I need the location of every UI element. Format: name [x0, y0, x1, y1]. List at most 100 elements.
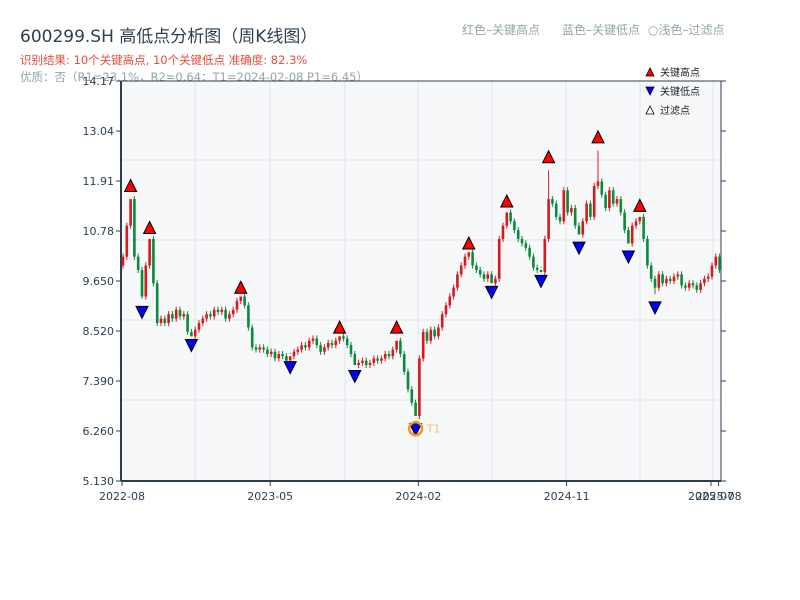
candle-body — [421, 331, 425, 359]
candle-body — [368, 362, 372, 366]
candle-body — [334, 340, 338, 346]
candle-body — [159, 318, 163, 324]
y-tick-label: 13.04 — [83, 125, 115, 138]
candle-body — [459, 265, 463, 275]
y-tick-label: 11.91 — [83, 175, 115, 188]
candle-body — [182, 314, 186, 317]
candle-body — [402, 354, 406, 372]
candle-body — [520, 238, 524, 244]
candle-body — [497, 238, 501, 279]
candle-body — [505, 212, 509, 226]
x-tick-label: 2025-08 — [696, 490, 742, 503]
candle-body — [174, 309, 178, 319]
candle-body — [657, 274, 661, 288]
candle-body — [361, 360, 364, 363]
candle-body — [304, 345, 307, 348]
candle-body — [262, 347, 265, 350]
t1-label: T1 — [426, 423, 441, 436]
candle-body — [144, 265, 148, 297]
candle-body — [642, 216, 645, 239]
candle-body — [513, 221, 516, 231]
candle-body — [197, 323, 201, 330]
candle-body — [695, 285, 699, 290]
candle-body — [345, 338, 349, 346]
candle-body — [235, 300, 239, 310]
candle-body — [353, 354, 357, 366]
candle-body — [592, 185, 596, 217]
candle-body — [577, 225, 581, 235]
candle-body — [376, 358, 379, 361]
legend-item: 关键高点 — [645, 66, 700, 79]
candle-body — [315, 338, 319, 346]
candle-body — [285, 356, 288, 361]
candle-body — [243, 296, 246, 306]
candle-body — [452, 287, 455, 297]
candle-body — [448, 296, 452, 306]
candle-body — [551, 199, 554, 204]
candle-body — [216, 309, 220, 312]
candle-body — [129, 199, 132, 226]
candle-body — [205, 314, 208, 319]
candle-body — [125, 225, 129, 257]
candle-body — [646, 238, 649, 266]
candle-body — [391, 349, 395, 357]
candle-body — [653, 278, 657, 288]
candle-body — [372, 358, 376, 363]
candle-body — [220, 309, 224, 312]
candle-body — [600, 181, 604, 195]
candle-body — [330, 342, 334, 346]
candle-body — [231, 309, 235, 315]
plot-area — [121, 81, 721, 481]
x-tick-label: 2024-11 — [544, 490, 590, 503]
candle-body — [535, 267, 539, 270]
candle-body — [547, 199, 550, 239]
candle-body — [171, 314, 174, 319]
legend-marker-icon — [645, 67, 655, 77]
candle-body — [383, 354, 387, 359]
y-tick-label: 14.17 — [83, 75, 115, 88]
candle-body — [539, 269, 543, 273]
candle-body — [471, 252, 474, 266]
x-tick-label: 2022-08 — [99, 490, 145, 503]
candle-body — [269, 351, 273, 355]
candle-body — [691, 283, 695, 286]
candle-body — [239, 296, 243, 301]
candle-body — [437, 327, 440, 337]
candle-body — [661, 274, 664, 284]
candle-body — [509, 212, 512, 222]
candle-body — [292, 351, 296, 357]
x-tick-label: 2024-02 — [395, 490, 441, 503]
candle-body — [589, 203, 592, 217]
candle-body — [668, 278, 672, 281]
candle-body — [486, 274, 490, 279]
candle-body — [478, 269, 482, 275]
candle-body — [178, 309, 182, 317]
candle-body — [680, 274, 683, 286]
candle-body — [418, 358, 421, 416]
candle-body — [684, 285, 687, 288]
y-tick-label: 7.390 — [83, 375, 115, 388]
candle-body — [349, 345, 353, 355]
candle-body — [364, 360, 368, 366]
candle-body — [406, 371, 410, 390]
candle-body — [440, 314, 444, 328]
candle-body — [148, 238, 151, 266]
candle-body — [699, 283, 702, 290]
y-tick-label: 10.78 — [83, 225, 115, 238]
candle-body — [554, 203, 558, 217]
candle-body — [718, 256, 721, 270]
candle-body — [543, 238, 547, 273]
candle-body — [649, 265, 653, 279]
candle-body — [672, 276, 676, 281]
candle-body — [277, 354, 281, 359]
candle-body — [630, 225, 634, 244]
candle-body — [619, 199, 623, 213]
y-tick-label: 9.650 — [83, 275, 115, 288]
candle-body — [281, 354, 284, 357]
legend-label: 关键高点 — [660, 66, 700, 79]
candle-body — [163, 318, 167, 324]
candle-body — [410, 389, 414, 403]
candle-body — [224, 309, 227, 319]
candle-body — [254, 347, 258, 350]
candle-body — [608, 190, 611, 208]
